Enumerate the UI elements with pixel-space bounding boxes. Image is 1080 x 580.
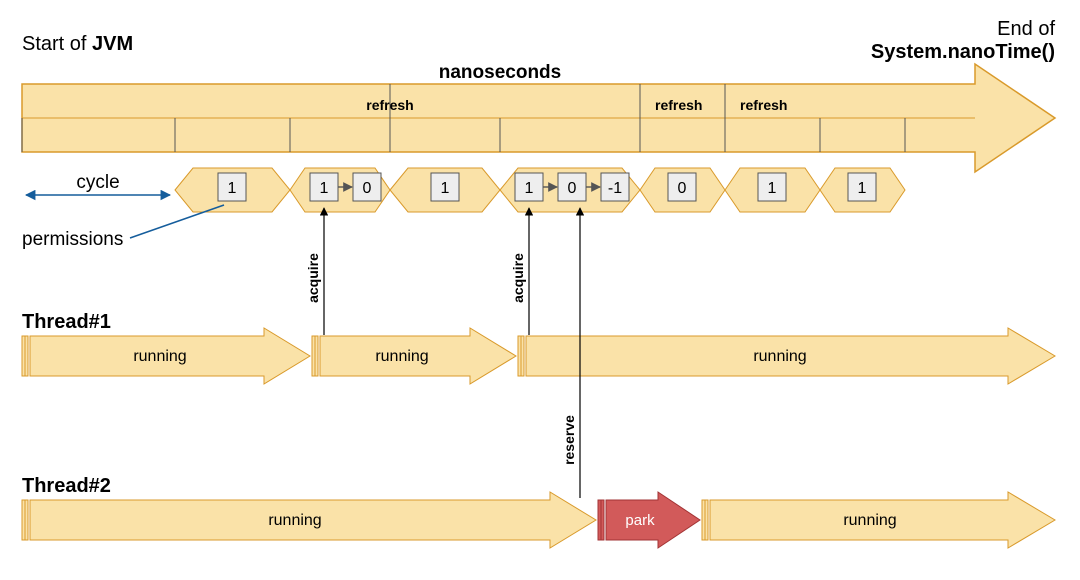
thread-state: running bbox=[375, 348, 428, 365]
thread2-row: running park running bbox=[22, 492, 1055, 548]
diagram-root: Start of JVM End of System.nanoTime() na… bbox=[20, 20, 1060, 560]
park-label: park bbox=[625, 512, 655, 529]
perm-value: 1 bbox=[525, 180, 534, 197]
end-of: End of bbox=[997, 20, 1055, 40]
cycle-hex: 1 bbox=[390, 168, 500, 212]
system-nanotime: System.nanoTime() bbox=[871, 41, 1055, 63]
start-of-jvm: Start of JVM bbox=[22, 33, 133, 55]
nanoseconds-label: nanoseconds bbox=[439, 62, 561, 83]
acquire-arrow-2: acquire bbox=[510, 208, 529, 335]
perm-value: 1 bbox=[320, 180, 329, 197]
thread1-title: Thread#1 bbox=[22, 311, 111, 333]
cycle-hex: 0 bbox=[640, 168, 725, 212]
perm-value: 0 bbox=[363, 180, 372, 197]
thread-state: running bbox=[133, 348, 186, 365]
cycle-hex: 1 0 bbox=[290, 168, 390, 212]
thread-state: running bbox=[843, 512, 896, 529]
thread1-row: running running running bbox=[22, 328, 1055, 384]
reserve-label: reserve bbox=[561, 415, 577, 465]
thread-state: running bbox=[268, 512, 321, 529]
thread-arrow: running bbox=[22, 492, 596, 548]
park-arrow: park bbox=[598, 492, 700, 548]
cycle-hex: 1 bbox=[725, 168, 820, 212]
acquire-label: acquire bbox=[305, 253, 321, 303]
refresh-label-1: refresh bbox=[366, 97, 413, 113]
perm-value: 0 bbox=[678, 180, 687, 197]
cycle-hex: 1 0 -1 bbox=[500, 168, 640, 212]
cycle-label: cycle bbox=[76, 172, 119, 193]
refresh-label-3: refresh bbox=[740, 97, 787, 113]
thread-state: running bbox=[753, 348, 806, 365]
cycle-indicator: cycle bbox=[26, 172, 170, 195]
thread-arrow: running bbox=[518, 328, 1055, 384]
perm-value: 0 bbox=[568, 180, 577, 197]
perm-value: 1 bbox=[858, 180, 867, 197]
perm-value: 1 bbox=[441, 180, 450, 197]
perm-value: 1 bbox=[228, 180, 237, 197]
cycle-hex: 1 bbox=[175, 168, 290, 212]
permissions-label: permissions bbox=[22, 229, 123, 250]
perm-value: -1 bbox=[608, 180, 622, 197]
thread-arrow: running bbox=[22, 328, 310, 384]
cycles-row: 1 1 0 1 1 0 -1 bbox=[175, 168, 905, 212]
thread-arrow: running bbox=[312, 328, 516, 384]
perm-value: 1 bbox=[768, 180, 777, 197]
thread-arrow: running bbox=[702, 492, 1055, 548]
thread2-title: Thread#2 bbox=[22, 475, 111, 497]
refresh-label-2: refresh bbox=[655, 97, 702, 113]
cycle-hex: 1 bbox=[820, 168, 905, 212]
acquire-arrow-1: acquire bbox=[305, 208, 324, 335]
acquire-label: acquire bbox=[510, 253, 526, 303]
permissions-pointer bbox=[130, 205, 224, 238]
